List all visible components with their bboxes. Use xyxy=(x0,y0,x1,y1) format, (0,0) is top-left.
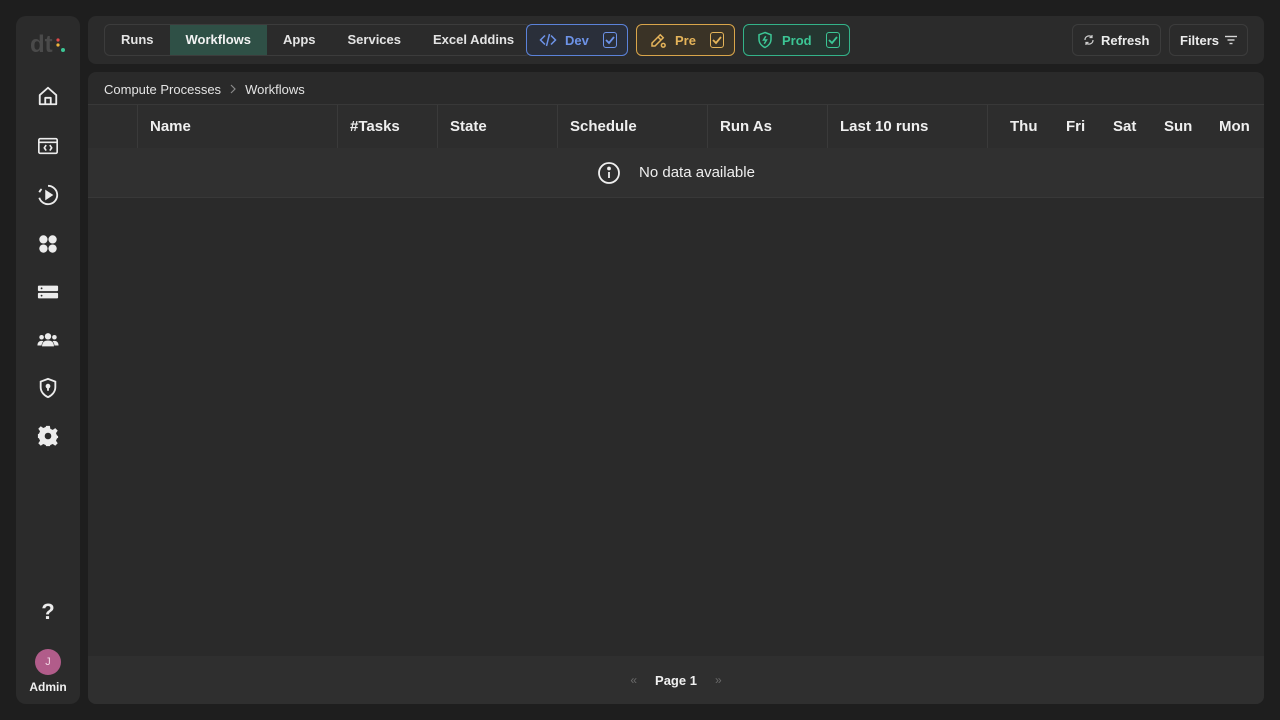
security-icon[interactable] xyxy=(36,376,60,400)
tab-excel-addins[interactable]: Excel Addins xyxy=(417,25,530,55)
info-icon xyxy=(597,161,621,185)
column-day-thu: Thu xyxy=(1010,118,1038,135)
runs-icon[interactable] xyxy=(36,183,60,207)
column-day-sun: Sun xyxy=(1164,118,1193,135)
column-run-as[interactable]: Run As xyxy=(707,105,827,149)
avatar[interactable]: J xyxy=(35,649,61,675)
env-dev-label: Dev xyxy=(565,32,589,48)
env-dev-checkbox[interactable] xyxy=(602,32,617,48)
env-pre-label: Pre xyxy=(675,32,696,48)
prev-page-button[interactable]: « xyxy=(630,673,637,687)
env-filter-prod[interactable]: Prod xyxy=(743,24,850,56)
pencil-settings-icon xyxy=(649,31,667,49)
user-role: Admin xyxy=(29,680,67,694)
top-bar: Runs Workflows Apps Services Excel Addin… xyxy=(88,16,1264,64)
empty-state-message: No data available xyxy=(639,164,755,181)
column-day-sat: Sat xyxy=(1113,118,1137,135)
filters-label: Filters xyxy=(1180,32,1220,48)
column-last-10-runs[interactable]: Last 10 runs xyxy=(827,105,987,149)
env-prod-checkbox[interactable] xyxy=(825,32,840,48)
column-tasks[interactable]: #Tasks xyxy=(337,105,437,149)
code-icon xyxy=(539,31,557,49)
breadcrumb: Compute Processes Workflows xyxy=(104,80,305,98)
env-prod-label: Prod xyxy=(782,32,812,48)
env-pre-checkbox[interactable] xyxy=(709,32,724,48)
logo[interactable]: dt xyxy=(30,30,66,58)
refresh-label: Refresh xyxy=(1101,32,1150,48)
settings-icon[interactable] xyxy=(36,424,60,448)
column-schedule[interactable]: Schedule xyxy=(557,105,707,149)
sidebar: dt ? J Admin xyxy=(16,16,80,704)
column-day-mon: Mon xyxy=(1219,118,1250,135)
table-header: Name #Tasks State Schedule Run As Last 1… xyxy=(88,104,1264,149)
svg-text:dt: dt xyxy=(30,31,53,58)
process-tabs: Runs Workflows Apps Services Excel Addin… xyxy=(104,24,532,56)
workflows-panel: Compute Processes Workflows Name #Tasks … xyxy=(88,72,1264,704)
breadcrumb-workflows: Workflows xyxy=(245,81,305,97)
home-icon[interactable] xyxy=(36,84,60,108)
tab-apps[interactable]: Apps xyxy=(267,25,332,55)
refresh-icon xyxy=(1083,34,1095,46)
services-icon[interactable] xyxy=(36,280,60,304)
column-divider xyxy=(987,105,988,149)
refresh-button[interactable]: Refresh xyxy=(1072,24,1161,56)
filter-lines-icon xyxy=(1225,35,1238,45)
filters-button[interactable]: Filters xyxy=(1169,24,1248,56)
next-page-button[interactable]: » xyxy=(715,673,722,687)
empty-state-row: No data available xyxy=(88,148,1264,198)
column-day-fri: Fri xyxy=(1066,118,1086,135)
breadcrumb-compute-processes[interactable]: Compute Processes xyxy=(104,82,221,97)
shield-bolt-icon xyxy=(756,31,774,49)
tab-runs[interactable]: Runs xyxy=(105,25,169,55)
env-filter-pre[interactable]: Pre xyxy=(636,24,735,56)
column-name[interactable]: Name xyxy=(137,105,337,149)
column-state[interactable]: State xyxy=(437,105,557,149)
tab-workflows[interactable]: Workflows xyxy=(169,25,267,55)
pagination: « Page 1 » xyxy=(88,656,1264,704)
env-filter-dev[interactable]: Dev xyxy=(526,24,628,56)
tab-services[interactable]: Services xyxy=(332,25,418,55)
help-icon[interactable]: ? xyxy=(36,600,60,624)
users-icon[interactable] xyxy=(36,328,60,352)
page-indicator: Page 1 xyxy=(655,672,697,688)
chevron-right-icon xyxy=(229,84,237,94)
apps-icon[interactable] xyxy=(36,232,60,256)
code-window-icon[interactable] xyxy=(36,134,60,158)
